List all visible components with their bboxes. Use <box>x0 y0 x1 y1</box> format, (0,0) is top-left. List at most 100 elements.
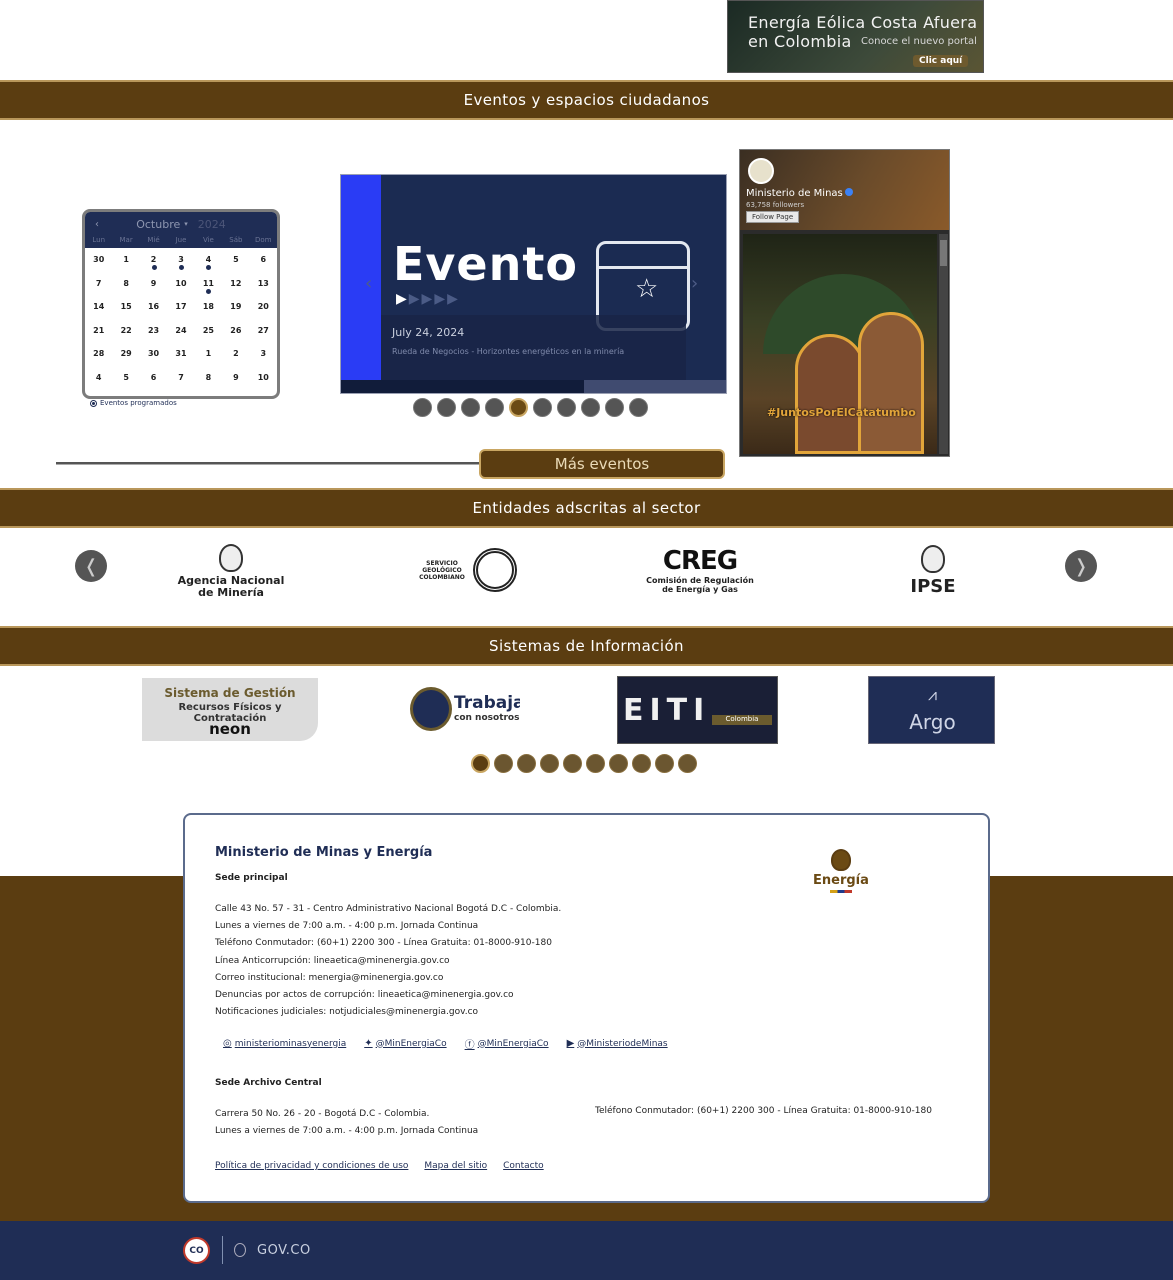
calendar-day[interactable]: 1 <box>195 344 222 368</box>
slider-dot[interactable] <box>655 754 674 773</box>
slider-dot[interactable] <box>609 754 628 773</box>
footer-link[interactable]: Contacto <box>503 1161 544 1171</box>
social-link[interactable]: ✦ @MinEnergiaCo <box>364 1036 446 1051</box>
calendar-prev-icon[interactable]: ‹ <box>95 219 99 230</box>
slider-dot[interactable] <box>533 398 552 417</box>
calendar-day[interactable]: 20 <box>250 297 277 321</box>
slide-prev-icon[interactable]: ‹ <box>365 273 372 294</box>
facebook-page-name[interactable]: Ministerio de Minas <box>746 188 853 199</box>
systems-slider-dots[interactable] <box>471 754 697 773</box>
calendar-day[interactable]: 19 <box>222 297 249 321</box>
slider-dot[interactable] <box>540 754 559 773</box>
facebook-page-widget[interactable]: Ministerio de Minas 63,758 followers Fol… <box>739 149 950 457</box>
calendar-day[interactable]: 7 <box>167 368 194 392</box>
calendar-day[interactable]: 21 <box>85 321 112 345</box>
event-description[interactable]: Rueda de Negocios - Horizontes energétic… <box>392 347 624 356</box>
calendar-day[interactable]: 4 <box>85 368 112 392</box>
calendar-day[interactable]: 22 <box>112 321 139 345</box>
slider-dot[interactable] <box>557 398 576 417</box>
calendar-day[interactable]: 2 <box>222 344 249 368</box>
scrollbar[interactable] <box>939 234 948 454</box>
entities-next-button[interactable]: ❭ <box>1065 550 1097 582</box>
slider-dot[interactable] <box>581 398 600 417</box>
calendar-day[interactable]: 6 <box>140 368 167 392</box>
gov-co-link[interactable]: GOV.CO <box>257 1243 311 1258</box>
entity-logo-ipse[interactable]: IPSE <box>905 538 961 604</box>
calendar-day[interactable]: 3 <box>250 344 277 368</box>
calendar-days[interactable]: 30 1 2 3 4 5 6 7 8 9 10 11 12 13 14 15 16 17 18 19 20 21 22 23 2… <box>85 248 277 391</box>
slider-dot[interactable] <box>461 398 480 417</box>
calendar-day[interactable]: 14 <box>85 297 112 321</box>
more-events-button[interactable]: Más eventos <box>479 449 725 479</box>
follow-page-button[interactable]: Follow Page <box>746 211 800 223</box>
system-card-eiti[interactable]: EITI Colombia <box>617 676 778 744</box>
entities-prev-button[interactable]: ❬ <box>75 550 107 582</box>
calendar-day[interactable]: 30 <box>140 344 167 368</box>
calendar-day[interactable]: 12 <box>222 274 249 298</box>
calendar-day[interactable]: 26 <box>222 321 249 345</box>
system-card-trabaja[interactable]: Trabaja con nosotros <box>408 685 520 735</box>
system-card-neon[interactable]: Sistema de Gestión Recursos Físicos y Co… <box>142 678 318 741</box>
events-calendar[interactable]: ‹ Octubre ▾ 2024 Lun Mar Mié Jue Vie Sáb Dom 3… <box>82 209 280 399</box>
social-link[interactable]: ▶ @MinisteriodeMinas <box>567 1036 668 1051</box>
calendar-day[interactable]: 13 <box>250 274 277 298</box>
event-slide[interactable]: Evento ▶▶▶▶▶ ☆ July 24, 2024 Rueda de Ne… <box>340 174 727 394</box>
calendar-day[interactable]: 6 <box>250 250 277 274</box>
calendar-month-select[interactable]: Octubre <box>136 218 180 231</box>
social-links[interactable]: ◎ ministeriominasyenergia ✦ @MinEnergiaCo ⓕ @… <box>223 1036 668 1051</box>
calendar-day[interactable]: 8 <box>195 368 222 392</box>
chevron-down-icon[interactable]: ▾ <box>184 220 188 228</box>
calendar-day[interactable]: 28 <box>85 344 112 368</box>
slider-dot[interactable] <box>563 754 582 773</box>
calendar-day[interactable]: 16 <box>140 297 167 321</box>
calendar-day[interactable]: 18 <box>195 297 222 321</box>
calendar-day[interactable]: 11 <box>195 274 222 298</box>
footer-link[interactable]: Mapa del sitio <box>424 1161 487 1171</box>
slider-dot[interactable] <box>586 754 605 773</box>
slider-dot[interactable] <box>629 398 648 417</box>
slider-dot[interactable] <box>471 754 490 773</box>
footer-links[interactable]: Política de privacidad y condiciones de … <box>215 1161 544 1171</box>
calendar-day[interactable]: 23 <box>140 321 167 345</box>
calendar-day[interactable]: 25 <box>195 321 222 345</box>
entity-logo-anm[interactable]: Agencia Nacional de Minería <box>170 538 292 604</box>
avatar[interactable] <box>748 158 774 184</box>
footer-link[interactable]: Política de privacidad y condiciones de … <box>215 1161 408 1171</box>
slider-dot[interactable] <box>437 398 456 417</box>
facebook-post-image[interactable]: #JuntosPorElCatatumbo <box>743 234 937 454</box>
banner-click-button[interactable]: Clic aquí <box>913 55 969 67</box>
slider-dot[interactable] <box>678 754 697 773</box>
system-card-argo[interactable]: ⩘ Argo <box>868 676 995 744</box>
calendar-day[interactable]: 30 <box>85 250 112 274</box>
calendar-day[interactable]: 9 <box>222 368 249 392</box>
co-badge-icon[interactable]: CO <box>183 1237 210 1264</box>
calendar-day[interactable]: 3 <box>167 250 194 274</box>
calendar-day[interactable]: 10 <box>167 274 194 298</box>
social-link[interactable]: ◎ ministeriominasyenergia <box>223 1036 346 1051</box>
event-slider-dots[interactable] <box>413 398 648 417</box>
slider-dot[interactable] <box>509 398 528 417</box>
calendar-year[interactable]: 2024 <box>198 218 226 231</box>
slider-dot[interactable] <box>517 754 536 773</box>
slider-dot[interactable] <box>494 754 513 773</box>
slider-dot[interactable] <box>413 398 432 417</box>
slider-dot[interactable] <box>605 398 624 417</box>
calendar-day[interactable]: 17 <box>167 297 194 321</box>
calendar-day[interactable]: 5 <box>112 368 139 392</box>
calendar-day[interactable]: 7 <box>85 274 112 298</box>
calendar-day[interactable]: 29 <box>112 344 139 368</box>
calendar-day[interactable]: 1 <box>112 250 139 274</box>
calendar-day[interactable]: 15 <box>112 297 139 321</box>
social-link[interactable]: ⓕ @MinEnergiaCo <box>465 1036 549 1052</box>
calendar-day[interactable]: 27 <box>250 321 277 345</box>
slide-next-icon[interactable]: › <box>691 273 698 294</box>
calendar-day[interactable]: 4 <box>195 250 222 274</box>
calendar-day[interactable]: 10 <box>250 368 277 392</box>
slider-dot[interactable] <box>632 754 651 773</box>
calendar-day[interactable]: 24 <box>167 321 194 345</box>
offshore-wind-banner[interactable]: Energía Eólica Costa Afuera en Colombia … <box>727 0 984 73</box>
slider-dot[interactable] <box>485 398 504 417</box>
calendar-day[interactable]: 9 <box>140 274 167 298</box>
entity-logo-sgc[interactable]: SERVICIO GEOLÓGICO COLOMBIANO <box>412 545 520 595</box>
entity-logo-creg[interactable]: CREG Comisión de Regulación de Energía y… <box>643 540 757 600</box>
